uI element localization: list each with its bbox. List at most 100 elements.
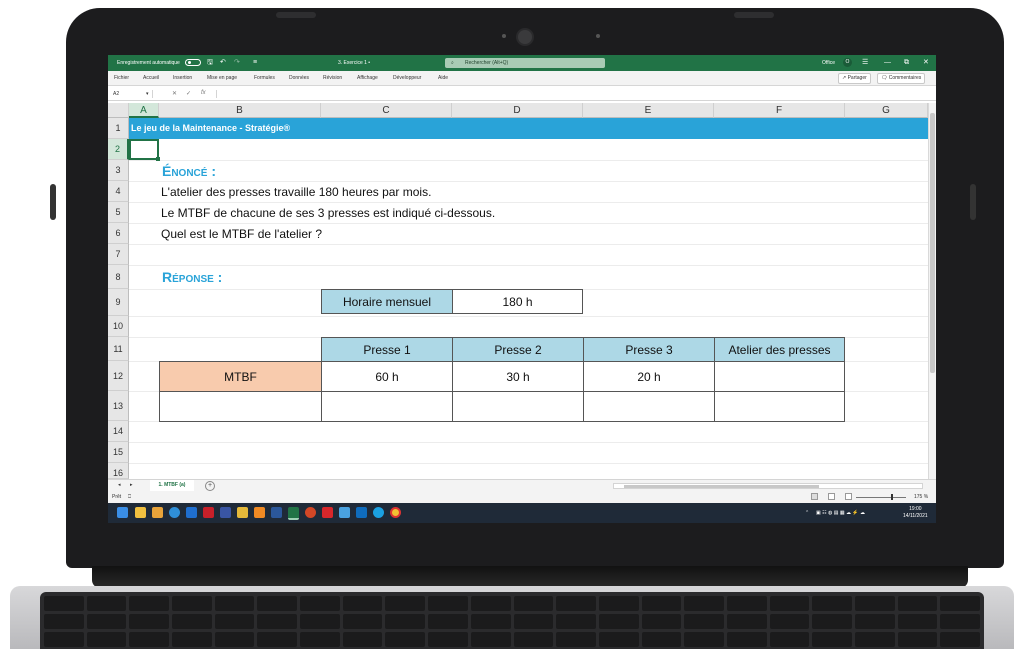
header-presse-3[interactable]: Presse 3 [583,337,715,362]
select-all-corner[interactable] [108,103,129,118]
row-header[interactable]: 11 [108,337,129,361]
empty-table-cell[interactable] [452,391,584,422]
app-icon[interactable] [339,507,350,518]
app-icon[interactable] [186,507,197,518]
column-header-a[interactable]: A [129,103,159,118]
windows-start-icon[interactable] [117,507,128,518]
app-icon[interactable] [373,507,384,518]
tab-accueil[interactable]: Accueil [143,75,159,81]
horaire-value-cell[interactable]: 180 h [452,289,583,314]
cancel-icon[interactable]: ✕ [172,90,177,97]
mtbf-atelier[interactable] [714,361,845,392]
page-break-icon[interactable] [845,493,852,500]
vlc-icon[interactable] [254,507,265,518]
sheet-title[interactable]: Le jeu de la Maintenance - Stratégie® [129,118,928,139]
word-icon[interactable] [271,507,282,518]
header-presse-1[interactable]: Presse 1 [321,337,453,362]
save-icon[interactable]: 🖫 [207,59,213,67]
tab-revision[interactable]: Révision [323,75,342,81]
column-header-g[interactable]: G [845,103,928,118]
scroll-thumb[interactable] [624,485,819,488]
tray-icons[interactable]: ▣ ☷ ◍ ▤ ▦ ☁ ⚡ ☁ [816,510,865,516]
row-header[interactable]: 12 [108,361,129,391]
row-header[interactable]: 5 [108,202,129,223]
zoom-level[interactable]: 175 % [914,494,928,500]
zoom-slider-handle[interactable] [891,494,893,500]
acrobat-icon[interactable] [322,507,333,518]
row-header[interactable]: 15 [108,442,129,463]
accessibility-icon[interactable]: ⎕ [128,494,131,500]
row-header[interactable]: 1 [108,118,129,139]
tab-affichage[interactable]: Affichage [357,75,378,81]
normal-view-icon[interactable] [811,493,818,500]
share-button[interactable]: ↗ Partager [838,73,871,84]
vertical-scrollbar[interactable] [928,103,936,479]
row-header[interactable]: 2 [108,139,129,160]
column-header-b[interactable]: B [159,103,321,118]
tab-formules[interactable]: Formules [254,75,275,81]
tab-insertion[interactable]: Insertion [173,75,192,81]
empty-table-cell[interactable] [714,391,845,422]
empty-table-cell[interactable] [159,391,322,422]
restore-icon[interactable]: ⧉ [904,59,909,67]
empty-table-cell[interactable] [321,391,453,422]
taskbar-clock[interactable]: 19:00 14/11/2021 [903,506,928,520]
horizontal-scrollbar[interactable] [613,483,923,489]
tab-mise-en-page[interactable]: Mise en page [207,75,237,81]
autosave-toggle[interactable] [185,59,201,66]
customize-toolbar-icon[interactable]: ≡ [253,59,257,67]
powerpoint-icon[interactable] [305,507,316,518]
app-icon[interactable] [203,507,214,518]
mtbf-presse-1[interactable]: 60 h [321,361,453,392]
tab-fichier[interactable]: Fichier [114,75,129,81]
mtbf-presse-3[interactable]: 20 h [583,361,715,392]
formula-input[interactable] [216,90,929,98]
redo-icon[interactable]: ↷ [234,59,240,67]
row-header[interactable]: 3 [108,160,129,181]
edge-icon[interactable] [169,507,180,518]
minimize-icon[interactable]: — [884,59,891,67]
row-header[interactable]: 10 [108,316,129,337]
row-header[interactable]: 16 [108,463,129,479]
comments-button[interactable]: 🗨 Commentaires [877,73,926,84]
zoom-slider[interactable] [856,497,906,498]
search-box[interactable]: ⌕ Rechercher (Alt+Q) [445,58,605,68]
mtbf-label-cell[interactable]: MTBF [159,361,322,392]
outlook-icon[interactable] [356,507,367,518]
account-name[interactable]: Office [822,60,835,66]
page-layout-icon[interactable] [828,493,835,500]
tab-developpeur[interactable]: Développeur [393,75,421,81]
mtbf-presse-2[interactable]: 30 h [452,361,584,392]
selected-cell-a2[interactable] [129,139,160,161]
tab-aide[interactable]: Aide [438,75,448,81]
add-sheet-icon[interactable]: + [205,481,215,491]
column-header-f[interactable]: F [714,103,845,118]
row-header[interactable]: 8 [108,265,129,289]
app-icon[interactable] [152,507,163,518]
tab-donnees[interactable]: Données [289,75,309,81]
column-header-e[interactable]: E [583,103,714,118]
prev-sheet-icon[interactable]: ◂ [118,482,121,488]
row-header[interactable]: 7 [108,244,129,265]
row-header[interactable]: 9 [108,289,129,316]
tray-overflow-icon[interactable]: ⌃ [805,510,809,516]
column-header-c[interactable]: C [321,103,452,118]
row-header[interactable]: 6 [108,223,129,244]
enter-icon[interactable]: ✓ [186,90,191,97]
excel-icon[interactable] [288,507,299,520]
horaire-label-cell[interactable]: Horaire mensuel [321,289,453,314]
app-icon[interactable] [237,507,248,518]
column-header-d[interactable]: D [452,103,583,118]
header-presse-2[interactable]: Presse 2 [452,337,584,362]
next-sheet-icon[interactable]: ▸ [130,482,133,488]
account-avatar[interactable]: O [843,58,852,67]
visio-icon[interactable] [220,507,231,518]
name-box[interactable]: A2 ▾ [110,90,153,98]
empty-table-cell[interactable] [583,391,715,422]
scroll-thumb[interactable] [930,113,935,373]
ribbon-display-icon[interactable]: ☰ [862,59,868,67]
close-icon[interactable]: ✕ [923,59,929,67]
chrome-icon[interactable] [390,507,401,518]
row-header[interactable]: 14 [108,421,129,442]
undo-icon[interactable]: ↶ [220,59,226,67]
